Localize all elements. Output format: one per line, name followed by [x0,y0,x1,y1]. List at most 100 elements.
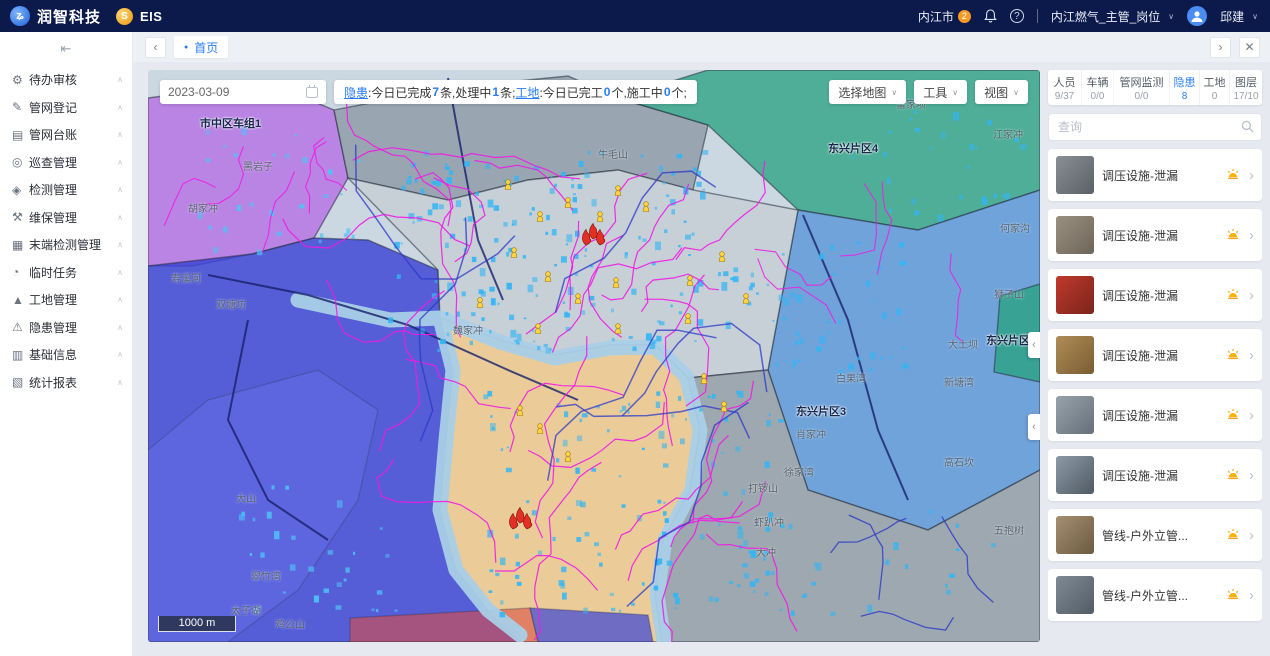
hazard-title: 调压设施-泄漏 [1102,227,1217,244]
hazard-card[interactable]: 调压设施-泄漏› [1048,389,1262,441]
chevron-right-icon[interactable]: › [1249,528,1254,543]
chevron-down-icon: ∨ [891,88,897,97]
chevron-right-icon[interactable]: › [1249,348,1254,363]
tab-count: 9/37 [1055,91,1074,102]
chevron-right-icon[interactable]: › [1249,288,1254,303]
topbar-right: 内江市 2 ? 内江燃气_主管_岗位 ∨ 邱建 ∨ [918,6,1258,26]
hazard-thumbnail [1056,276,1094,314]
chevron-up-icon: ∧ [117,295,123,304]
chevron-right-icon[interactable]: › [1249,408,1254,423]
sidebar-collapse-button[interactable]: ⇤ [0,32,132,66]
edit-icon: ✎ [12,100,29,114]
hazard-link[interactable]: 隐患 [344,84,368,101]
city-selector[interactable]: 内江市 2 [918,8,971,25]
chevron-up-icon: ∧ [117,213,123,222]
map-toolbar: 隐患:今日已完成7条,处理中1条; 工地:今日已完工0个,施工中0个; 选择地图… [160,80,1028,104]
task-icon: ◔ [12,265,29,279]
hazard-processing-count: 1 [492,85,499,99]
status-text: 个; [672,84,687,101]
date-input[interactable] [168,85,306,99]
notification-bell-icon[interactable] [984,9,997,23]
patrol-icon: ◎ [12,155,29,169]
status-text: :今日已完成 [368,84,431,101]
ledger-icon: ▤ [12,128,29,142]
chevron-right-icon[interactable]: › [1249,168,1254,183]
tools-button[interactable]: 工具∨ [914,80,967,104]
sidebar-item-basic-info[interactable]: ▥基础信息∧ [0,341,132,369]
chevron-right-icon[interactable]: › [1249,468,1254,483]
sidebar-item-pipeline-register[interactable]: ✎管网登记∧ [0,94,132,122]
sidebar-item-label: 管网台账 [29,126,117,143]
sidebar-item-label: 维保管理 [29,209,117,226]
hazard-title: 调压设施-泄漏 [1102,467,1217,484]
nav-forward-button[interactable]: › [1210,37,1231,58]
hazard-card[interactable]: 调压设施-泄漏 › [1048,269,1262,321]
tab-label: 隐患 [1174,74,1196,90]
tab-count: 0 [1212,91,1218,102]
tab-personnel[interactable]: 人员9/37 [1048,70,1082,105]
hazard-card[interactable]: 调压设施-泄漏› [1048,329,1262,381]
tab-layer[interactable]: 图层17/10 [1230,70,1262,105]
hazard-card[interactable]: 调压设施-泄漏 › [1048,149,1262,201]
status-text: 条; [500,84,515,101]
chevron-up-icon: ∧ [117,350,123,359]
chevron-right-icon[interactable]: › [1249,588,1254,603]
help-icon[interactable]: ? [1010,9,1024,23]
site-link[interactable]: 工地 [515,84,539,101]
role-selector[interactable]: 内江燃气_主管_岗位 ∨ [1051,8,1174,25]
search-icon [1241,120,1254,133]
tab-vehicle[interactable]: 车辆0/0 [1082,70,1114,105]
chevron-up-icon: ∧ [117,158,123,167]
search-input[interactable] [1048,113,1262,141]
view-label: 视图 [984,84,1008,101]
tab-site[interactable]: 工地0 [1200,70,1230,105]
collapse-panel-handle[interactable]: ‹ [1028,332,1040,358]
sidebar-item-label: 统计报表 [29,374,117,391]
tab-hazard[interactable]: 隐患8 [1170,70,1200,105]
close-tab-button[interactable]: ✕ [1239,37,1260,58]
hazard-title: 调压设施-泄漏 [1102,287,1217,304]
sidebar-item-pending-review[interactable]: ⚙待办审核∧ [0,66,132,94]
view-button[interactable]: 视图∨ [975,80,1028,104]
chevron-up-icon: ∧ [117,378,123,387]
status-text: :今日已完工 [539,84,602,101]
sidebar-item-label: 工地管理 [29,291,117,308]
sidebar-item-patrol[interactable]: ◎巡查管理∧ [0,149,132,177]
hazard-card[interactable]: 管线-户外立管...› [1048,509,1262,561]
chevron-up-icon: ∧ [117,75,123,84]
sidebar-item-terminal-detection[interactable]: ▦末端检测管理∧ [0,231,132,259]
hazard-list: 调压设施-泄漏›调压设施-泄漏›调压设施-泄漏›调压设施-泄漏›调压设施-泄漏›… [1048,141,1262,642]
sidebar-item-inspection[interactable]: ◈检测管理∧ [0,176,132,204]
select-basemap-button[interactable]: 选择地图∨ [829,80,906,104]
hazard-card[interactable]: 调压设施-泄漏 › [1048,449,1262,501]
avatar[interactable] [1187,6,1207,26]
sidebar-item-maintenance[interactable]: ⚒维保管理∧ [0,204,132,232]
date-picker[interactable] [160,80,326,104]
sidebar-item-site-management[interactable]: ▲工地管理∧ [0,286,132,314]
hazard-done-count: 7 [432,85,439,99]
maintenance-icon: ⚒ [12,210,29,224]
sidebar-item-statistics-report[interactable]: ▧统计报表∧ [0,369,132,397]
username[interactable]: 邱建 ∨ [1220,8,1258,25]
alert-lamp-icon [1225,527,1241,543]
right-panel: 人员9/37 车辆0/0 管网监测0/0 隐患8 工地0 图层17/10 调压设… [1048,70,1262,642]
hazard-card[interactable]: 管线-户外立管...› [1048,569,1262,621]
panel-tabs: 人员9/37 车辆0/0 管网监测0/0 隐患8 工地0 图层17/10 [1048,70,1262,105]
tab-pipeline-monitor[interactable]: 管网监测0/0 [1114,70,1170,105]
tab-count: 0/0 [1135,91,1149,102]
tab-home[interactable]: ● 首页 [174,36,228,58]
sidebar-item-temporary-task[interactable]: ◔临时任务∧ [0,259,132,287]
sidebar-item-label: 末端检测管理 [29,236,117,253]
daily-status-bar: 隐患:今日已完成7条,处理中1条; 工地:今日已完工0个,施工中0个; [334,80,697,104]
nav-back-button[interactable]: ‹ [145,37,166,58]
hazard-thumbnail [1056,336,1094,374]
hazard-title: 调压设施-泄漏 [1102,167,1217,184]
sidebar-item-hazard-management[interactable]: ⚠隐患管理∧ [0,314,132,342]
chevron-down-icon: ∨ [1168,12,1174,21]
chevron-right-icon[interactable]: › [1249,228,1254,243]
sidebar-item-pipeline-ledger[interactable]: ▤管网台账∧ [0,121,132,149]
active-dot-icon: ● [184,44,188,51]
map-canvas[interactable]: 市中区车组1东兴片区4东兴片区6东兴片区3黑岩子胡家冲寿溪河双塘坊魏家冲牛毛山江… [148,70,1040,642]
hazard-card[interactable]: 调压设施-泄漏 › [1048,209,1262,261]
collapse-panel-handle[interactable]: ‹ [1028,414,1040,440]
